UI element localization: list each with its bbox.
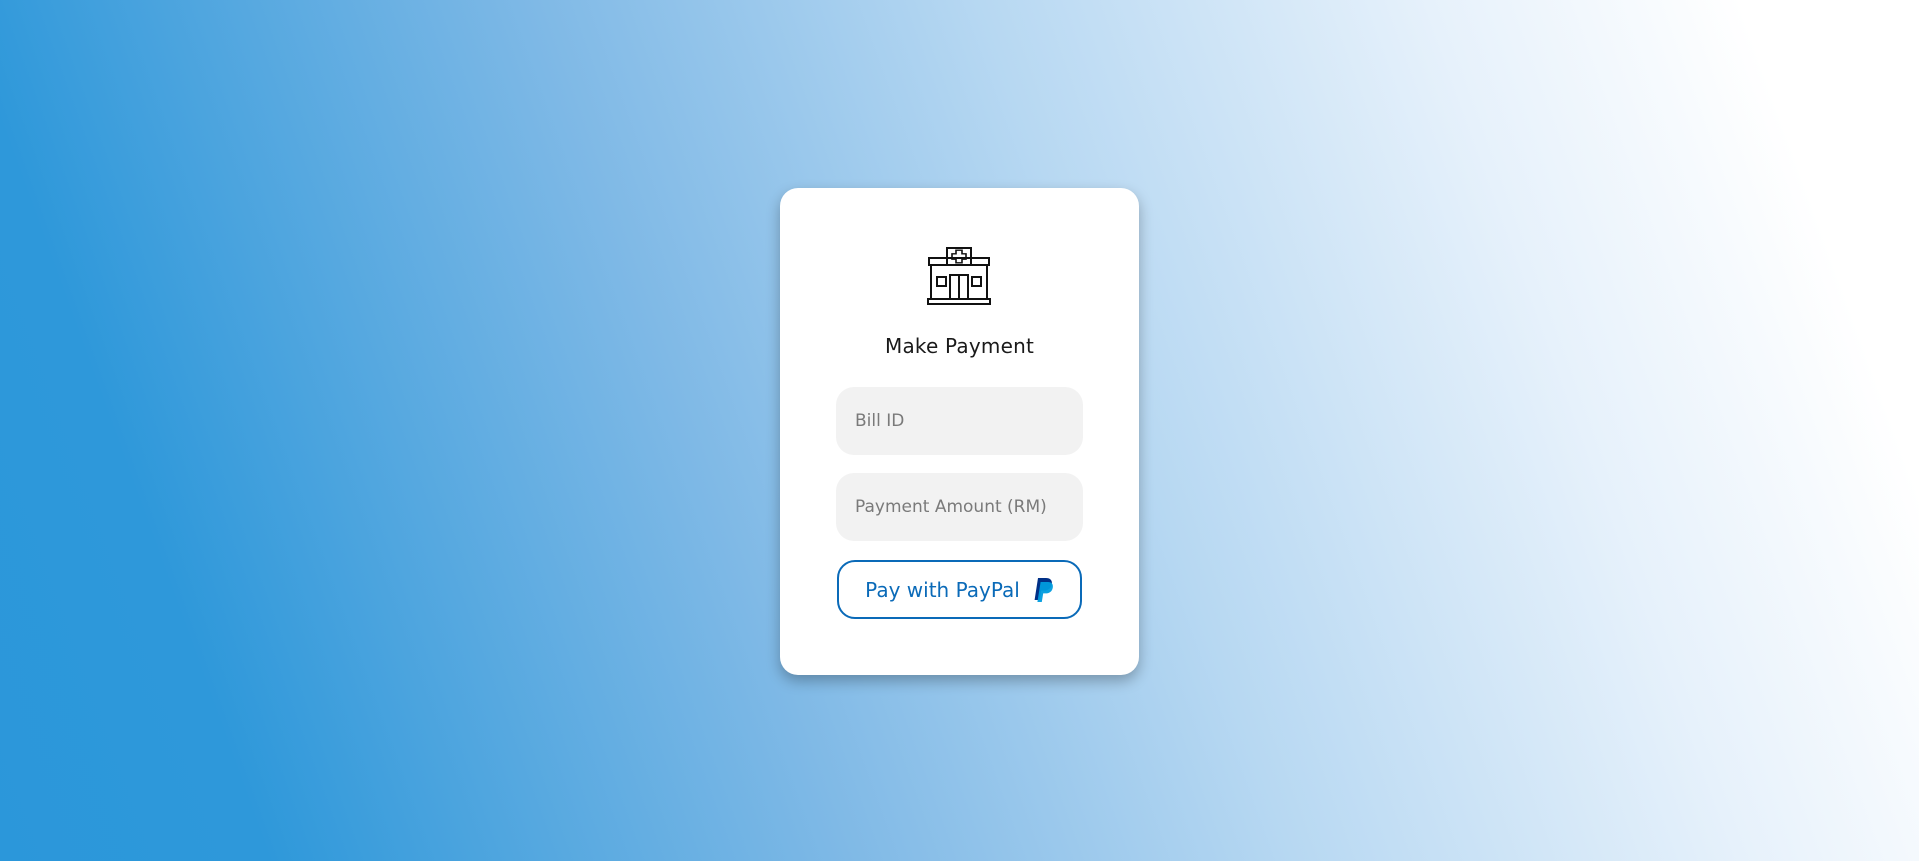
payment-amount-input[interactable] bbox=[836, 473, 1083, 541]
bill-id-input[interactable] bbox=[836, 387, 1083, 455]
hospital-building-icon bbox=[927, 247, 991, 305]
pay-with-paypal-button[interactable]: Pay with PayPal bbox=[837, 560, 1082, 619]
page-title: Make Payment bbox=[884, 334, 1034, 358]
payment-card: Make Payment Pay with PayPal bbox=[780, 188, 1139, 675]
paypal-icon bbox=[1034, 577, 1053, 602]
pay-button-label: Pay with PayPal bbox=[865, 577, 1020, 602]
